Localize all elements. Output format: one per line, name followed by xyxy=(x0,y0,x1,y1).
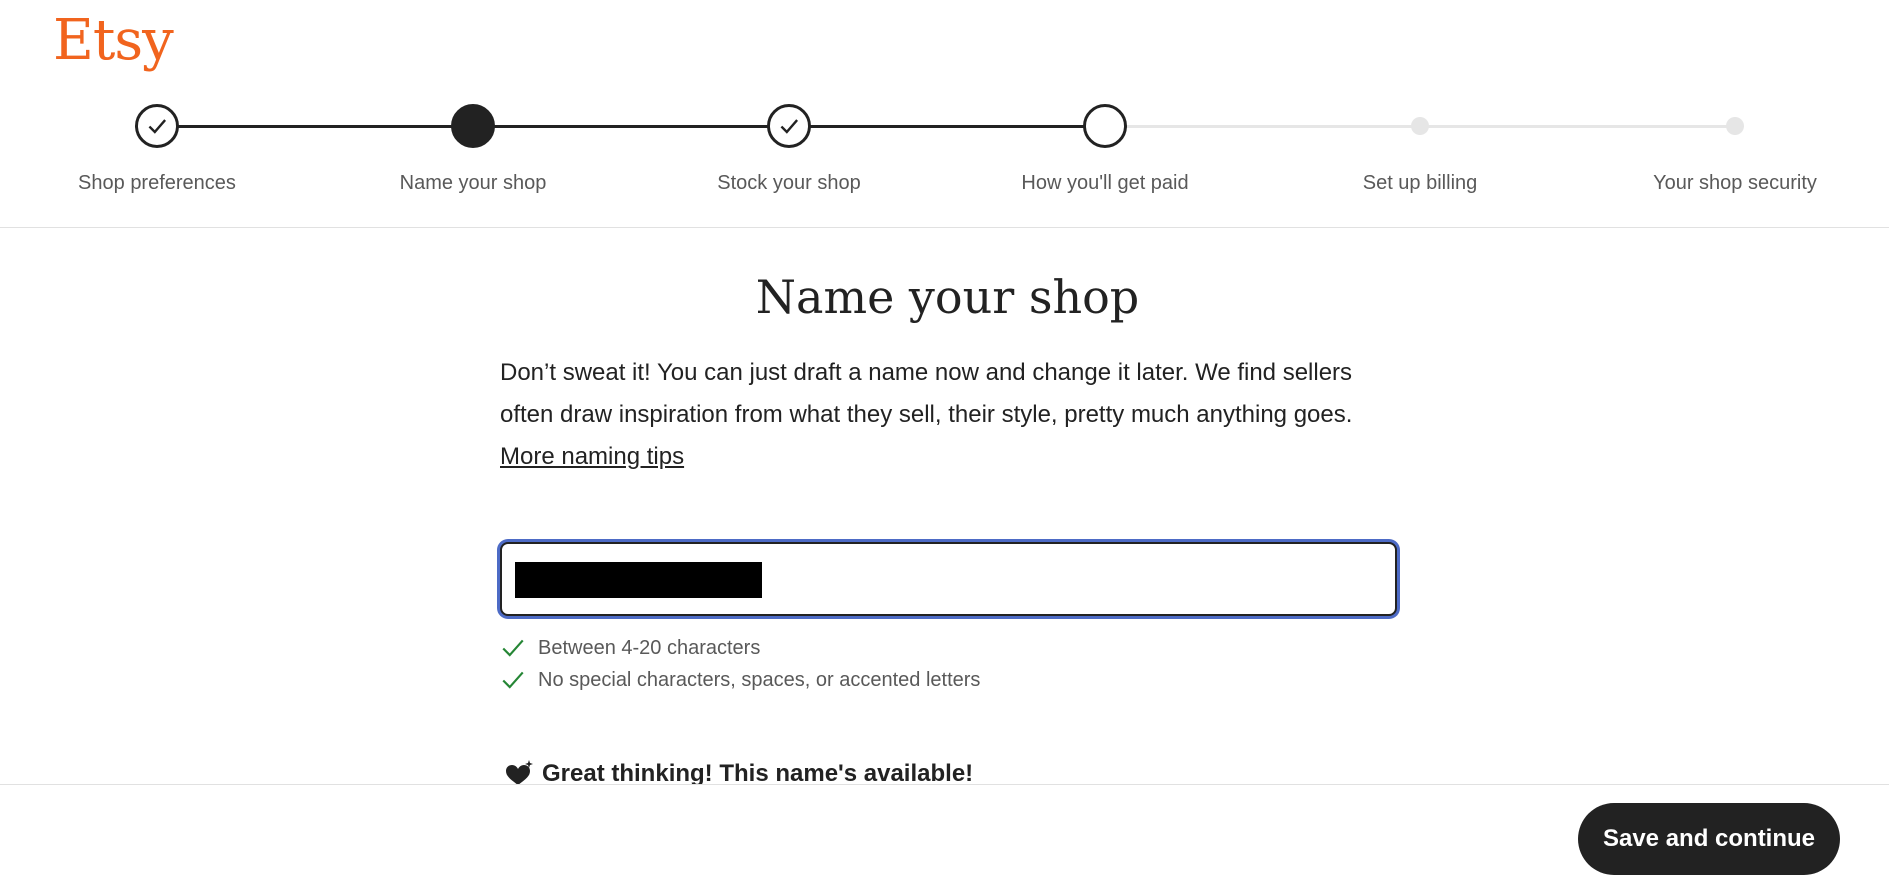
current-step-indicator xyxy=(451,104,495,148)
page-title: Name your shop xyxy=(755,270,1140,324)
step-label: How you'll get paid xyxy=(1021,172,1189,194)
checkmark-icon xyxy=(135,104,179,148)
shop-name-input[interactable] xyxy=(500,542,1397,616)
setup-header: Etsy Shop preferences Name your shop Sto… xyxy=(0,0,1889,228)
requirement-item: Between 4-20 characters xyxy=(500,632,980,664)
footer-bar: Save and continue xyxy=(0,784,1889,886)
step-label: Your shop security xyxy=(1653,172,1817,194)
requirement-text: Between 4-20 characters xyxy=(538,636,761,659)
requirement-text: No special characters, spaces, or accent… xyxy=(538,668,981,691)
incomplete-step-indicator xyxy=(1083,104,1127,148)
step-how-youll-get-paid[interactable]: How you'll get paid xyxy=(975,104,1235,195)
etsy-logo[interactable]: Etsy xyxy=(53,8,174,73)
stepper-track-completed xyxy=(157,125,1105,128)
step-set-up-billing: Set up billing xyxy=(1290,104,1550,195)
step-name-your-shop[interactable]: Name your shop xyxy=(343,104,603,195)
intro-text: Don’t sweat it! You can just draft a nam… xyxy=(500,352,1380,478)
step-label: Shop preferences xyxy=(78,172,236,194)
step-stock-your-shop[interactable]: Stock your shop xyxy=(659,104,919,195)
more-naming-tips-link[interactable]: More naming tips xyxy=(500,443,684,470)
progress-stepper: Shop preferences Name your shop Stock yo… xyxy=(0,104,1889,194)
step-shop-preferences[interactable]: Shop preferences xyxy=(27,104,287,195)
name-shop-form: Name your shop Don’t sweat it! You can j… xyxy=(500,270,1400,787)
step-label: Name your shop xyxy=(399,172,547,194)
checkmark-icon xyxy=(502,671,524,689)
redacted-shop-name xyxy=(515,562,762,598)
save-and-continue-button[interactable]: Save and continue xyxy=(1578,803,1840,875)
step-label: Set up billing xyxy=(1362,172,1478,194)
step-label: Stock your shop xyxy=(717,172,861,194)
upcoming-step-indicator xyxy=(1411,117,1429,135)
step-your-shop-security: Your shop security xyxy=(1605,104,1865,195)
checkmark-icon xyxy=(767,104,811,148)
intro-body: Don’t sweat it! You can just draft a nam… xyxy=(500,359,1353,428)
name-requirements: Between 4-20 characters No special chara… xyxy=(500,632,980,696)
upcoming-step-indicator xyxy=(1726,117,1744,135)
checkmark-icon xyxy=(502,639,524,657)
requirement-item: No special characters, spaces, or accent… xyxy=(500,664,980,696)
